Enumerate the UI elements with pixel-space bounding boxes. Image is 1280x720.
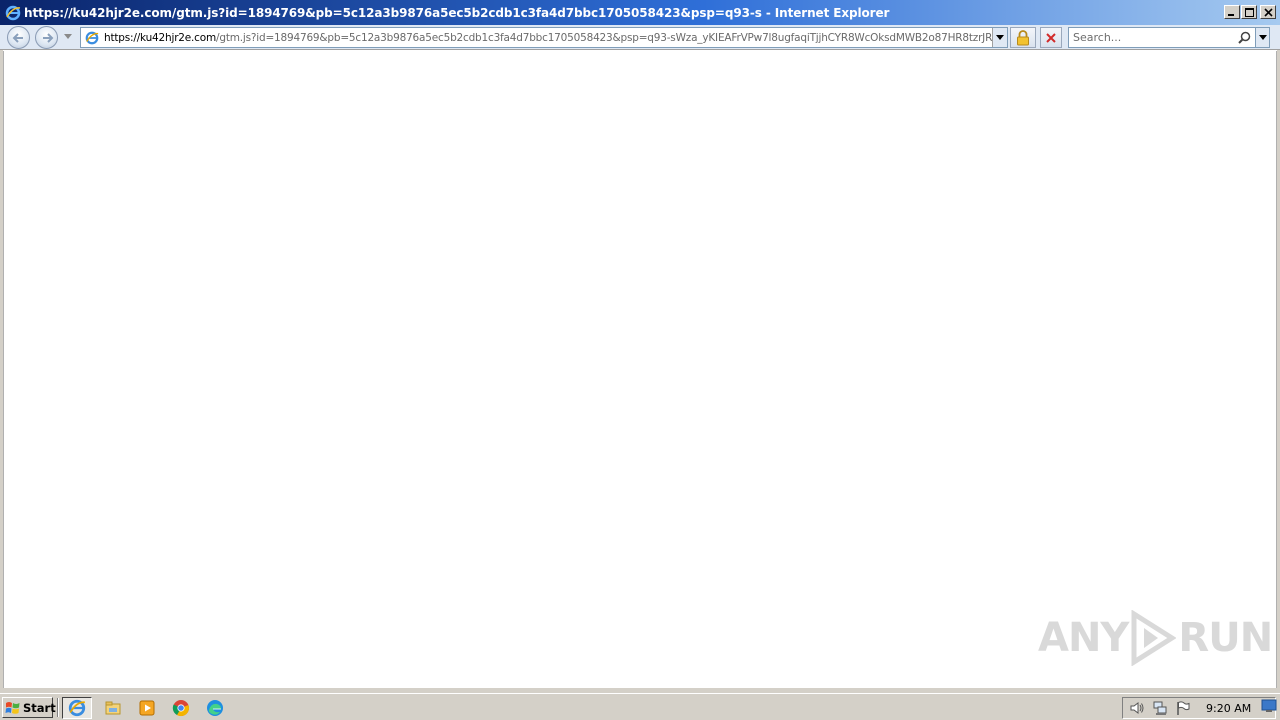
search-icon[interactable]	[1236, 30, 1252, 46]
chrome-icon	[172, 700, 190, 717]
page-content[interactable]	[3, 51, 1277, 688]
chevron-down-icon	[1258, 34, 1267, 40]
watermark-right: RUN	[1178, 615, 1273, 661]
start-label: Start	[23, 700, 56, 715]
watermark-play-icon	[1130, 610, 1177, 666]
search-input[interactable]	[1069, 28, 1236, 47]
show-desktop-button[interactable]	[1261, 698, 1277, 714]
back-button[interactable]	[7, 26, 30, 49]
action-center-flag-icon[interactable]	[1174, 699, 1192, 717]
monitor-icon	[1261, 699, 1277, 712]
taskbar-internet-explorer[interactable]	[62, 697, 92, 719]
taskbar-clock[interactable]: 9:20 AM	[1206, 702, 1251, 715]
stop-x-icon	[1046, 32, 1056, 43]
watermark-left: ANY	[1038, 615, 1129, 661]
chevron-down-icon	[64, 34, 72, 39]
windows-logo-icon	[5, 700, 21, 716]
taskbar: Start 9:20 AM	[0, 693, 1280, 720]
page-ie-icon	[84, 30, 100, 46]
security-report-button[interactable]	[1010, 27, 1036, 48]
network-icon[interactable]	[1151, 699, 1169, 717]
taskbar-media-player[interactable]	[132, 697, 162, 719]
internet-explorer-icon	[5, 5, 21, 21]
address-path: /gtm.js?id=1894769&pb=5c12a3b9876a5ec5b2…	[216, 31, 992, 44]
media-player-icon	[139, 700, 155, 716]
taskbar-chrome[interactable]	[166, 697, 196, 719]
system-tray: 9:20 AM	[1122, 697, 1276, 719]
minimize-icon	[1228, 14, 1234, 16]
close-icon	[1263, 7, 1273, 17]
edge-icon	[207, 700, 223, 716]
navigation-bar: https://ku42hjr2e.com/gtm.js?id=1894769&…	[0, 25, 1280, 50]
address-bar[interactable]: https://ku42hjr2e.com/gtm.js?id=1894769&…	[80, 27, 1008, 48]
chevron-down-icon	[996, 34, 1004, 40]
anyrun-watermark: ANY RUN	[1038, 608, 1273, 668]
window-titlebar[interactable]: https://ku42hjr2e.com/gtm.js?id=1894769&…	[0, 0, 1280, 25]
taskbar-file-explorer[interactable]	[98, 697, 128, 719]
taskbar-separator	[57, 698, 59, 717]
search-box[interactable]	[1068, 27, 1256, 48]
folder-icon	[105, 701, 121, 715]
close-button[interactable]	[1260, 5, 1276, 19]
search-provider-dropdown[interactable]	[1256, 27, 1270, 48]
minimize-button[interactable]	[1224, 5, 1240, 19]
address-dropdown-button[interactable]	[992, 28, 1007, 47]
forward-button[interactable]	[35, 26, 58, 49]
stop-button[interactable]	[1040, 27, 1062, 48]
address-url[interactable]: https://ku42hjr2e.com/gtm.js?id=1894769&…	[104, 32, 992, 44]
lock-icon	[1017, 29, 1029, 45]
recent-pages-dropdown[interactable]	[62, 31, 74, 43]
taskbar-edge[interactable]	[200, 697, 230, 719]
address-protocol: https://	[104, 31, 141, 44]
forward-arrow-icon	[42, 32, 53, 43]
volume-icon[interactable]	[1128, 699, 1146, 717]
window-title: https://ku42hjr2e.com/gtm.js?id=1894769&…	[24, 5, 890, 20]
start-button[interactable]: Start	[2, 697, 56, 718]
address-domain: ku42hjr2e.com	[140, 31, 217, 44]
back-arrow-icon	[12, 32, 23, 43]
maximize-button[interactable]	[1241, 5, 1257, 19]
maximize-icon	[1244, 7, 1254, 17]
internet-explorer-icon	[68, 699, 86, 717]
